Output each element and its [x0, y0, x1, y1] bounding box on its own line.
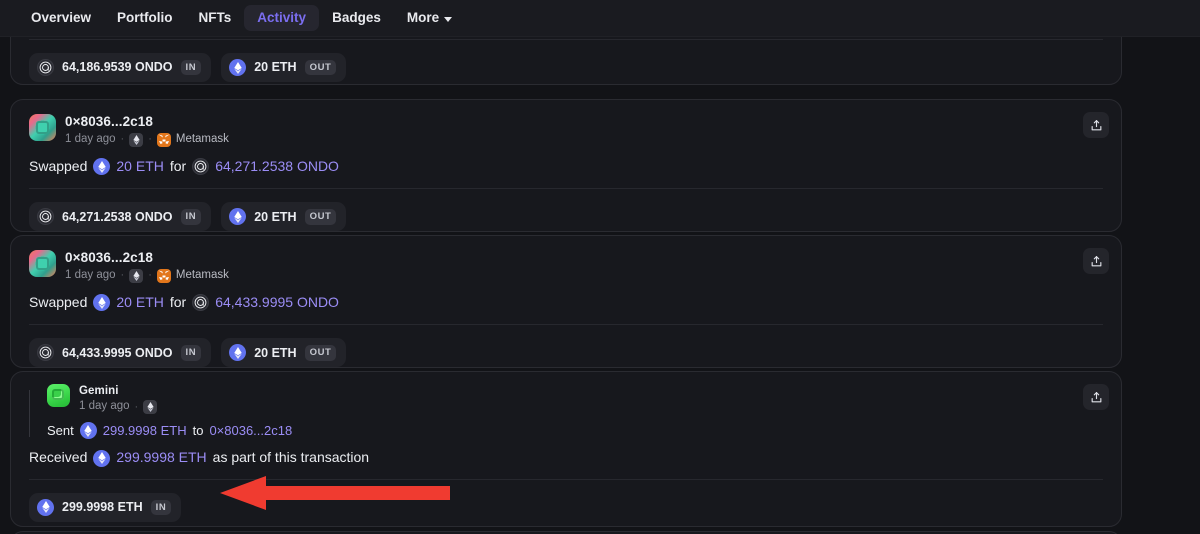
token-amount: 64,271.2538 ONDO [62, 209, 173, 224]
direction-badge: IN [150, 499, 172, 516]
ethereum-icon [129, 268, 144, 283]
ethereum-icon [143, 400, 158, 415]
timestamp: 1 day ago [65, 132, 116, 145]
action-summary-sent: Sent 299.9998 ETH to 0×8036...2c18 [47, 422, 1103, 440]
activity-card-swap-2[interactable]: 0×8036...2c18 1 day ago · · Metamask Swa… [10, 235, 1122, 368]
direction-badge: IN [180, 345, 202, 361]
address-avatar [29, 250, 56, 277]
eth-icon [37, 498, 54, 516]
eth-icon [93, 449, 111, 467]
token-pill-row: 299.9998 ETH IN [29, 480, 1103, 534]
token-pill-eth-in[interactable]: 299.9998 ETH IN [29, 492, 182, 522]
action-verb: Received [29, 449, 88, 466]
token-pill-ondo-in[interactable]: 64,271.2538 ONDO IN [29, 202, 212, 232]
action-summary-received: Received 299.9998 ETH as part of this tr… [29, 449, 1103, 467]
card-header: 0×8036...2c18 1 day ago · · Metamask [29, 250, 1103, 283]
token-amount: 64,186.9539 ONDO [62, 60, 173, 75]
tab-badges[interactable]: Badges [319, 5, 394, 31]
token-amount: 20 ETH [254, 60, 297, 75]
activity-card-swap-1[interactable]: 0×8036...2c18 1 day ago · · Metamask Swa… [10, 99, 1122, 232]
timestamp: 1 day ago [65, 268, 116, 281]
gemini-avatar [47, 384, 70, 407]
metamask-icon [156, 132, 171, 147]
action-verb: Swapped [29, 293, 88, 310]
token-pill-ondo-in[interactable]: 64,186.9539 ONDO IN [29, 53, 212, 82]
meta-separator: · [120, 269, 125, 282]
action-summary: Swapped 20 ETH for 64,271.2538 ONDO [29, 158, 1103, 176]
meta-separator: · [134, 400, 139, 413]
action-connector: to [192, 422, 204, 438]
action-summary: Swapped 20 ETH for 64,433.9995 ONDO [29, 294, 1103, 312]
main-navigation: Overview Portfolio NFTs Activity Badges … [0, 0, 1200, 37]
chevron-down-icon [444, 16, 453, 22]
action-verb: Swapped [29, 157, 88, 174]
meta-separator: · [148, 269, 152, 282]
action-connector: for [169, 157, 187, 174]
token-pill-eth-out[interactable]: 20 ETH OUT [221, 338, 347, 368]
action-from-amount[interactable]: 20 ETH [116, 158, 163, 176]
token-amount: 64,433.9995 ONDO [62, 345, 173, 360]
tab-more[interactable]: More [394, 5, 465, 31]
token-amount: 299.9998 ETH [62, 500, 143, 515]
direction-badge: IN [180, 59, 202, 76]
address-avatar [29, 114, 56, 141]
activity-card-gemini-send[interactable]: Gemini 1 day ago · Sent 299.9998 ETH to … [10, 371, 1122, 527]
action-to-amount[interactable]: 64,271.2538 ONDO [215, 158, 339, 176]
token-pill-eth-out[interactable]: 20 ETH OUT [221, 202, 347, 232]
tab-activity[interactable]: Activity [244, 5, 320, 31]
tab-more-label: More [406, 10, 440, 26]
meta-separator: · [148, 133, 152, 146]
action-to-amount[interactable]: 64,433.9995 ONDO [215, 294, 339, 312]
address-label[interactable]: 0×8036...2c18 [65, 114, 229, 131]
source-label: Metamask [175, 268, 229, 281]
tab-overview[interactable]: Overview [18, 5, 104, 31]
timestamp: 1 day ago [79, 400, 130, 413]
direction-badge: OUT [304, 209, 337, 225]
activity-page: Overview Portfolio NFTs Activity Badges … [0, 0, 1200, 534]
action-verb: Sent [47, 422, 74, 438]
activity-feed: 64,186.9539 ONDO IN 20 ETH OUT 0×8036...… [0, 5, 1200, 534]
eth-icon [229, 344, 247, 362]
token-pill-ondo-in[interactable]: 64,433.9995 ONDO IN [29, 338, 212, 368]
card-meta: 1 day ago · · Metamask [65, 268, 229, 283]
card-header: 0×8036...2c18 1 day ago · · Metamask [29, 114, 1103, 147]
meta-separator: · [120, 133, 125, 146]
eth-icon [229, 208, 247, 226]
tab-nfts[interactable]: NFTs [186, 5, 245, 31]
address-label[interactable]: 0×8036...2c18 [65, 250, 229, 267]
address-label[interactable]: Gemini [79, 384, 157, 398]
metamask-icon [156, 268, 171, 283]
eth-icon [229, 59, 247, 76]
action-from-amount[interactable]: 299.9998 ETH [103, 423, 187, 439]
eth-icon [93, 158, 111, 176]
action-connector: for [169, 293, 187, 310]
tab-portfolio[interactable]: Portfolio [104, 5, 186, 31]
ondo-icon [192, 158, 210, 176]
received-suffix: as part of this transaction [212, 449, 370, 466]
annotation-arrow [218, 474, 450, 512]
ondo-icon [37, 208, 54, 226]
token-pill-eth-out[interactable]: 20 ETH OUT [221, 53, 347, 82]
token-amount: 20 ETH [254, 209, 297, 224]
eth-icon [79, 422, 97, 440]
source-label: Metamask [175, 132, 229, 145]
token-pill-row: 64,186.9539 ONDO IN 20 ETH OUT [29, 40, 1103, 96]
eth-icon [93, 294, 111, 312]
action-to-address[interactable]: 0×8036...2c18 [209, 423, 292, 439]
token-amount: 20 ETH [254, 345, 297, 360]
card-meta: 1 day ago · · Metamask [65, 132, 229, 147]
received-amount[interactable]: 299.9998 ETH [116, 449, 206, 467]
direction-badge: IN [180, 209, 202, 225]
card-meta: 1 day ago · [79, 400, 158, 415]
ondo-icon [37, 59, 54, 76]
ondo-icon [192, 294, 210, 312]
direction-badge: OUT [304, 59, 337, 76]
ethereum-icon [129, 132, 144, 147]
thread-line [29, 390, 30, 438]
card-header: Gemini 1 day ago · [47, 384, 1103, 415]
action-from-amount[interactable]: 20 ETH [116, 294, 163, 312]
ondo-icon [37, 344, 54, 362]
direction-badge: OUT [304, 345, 337, 361]
